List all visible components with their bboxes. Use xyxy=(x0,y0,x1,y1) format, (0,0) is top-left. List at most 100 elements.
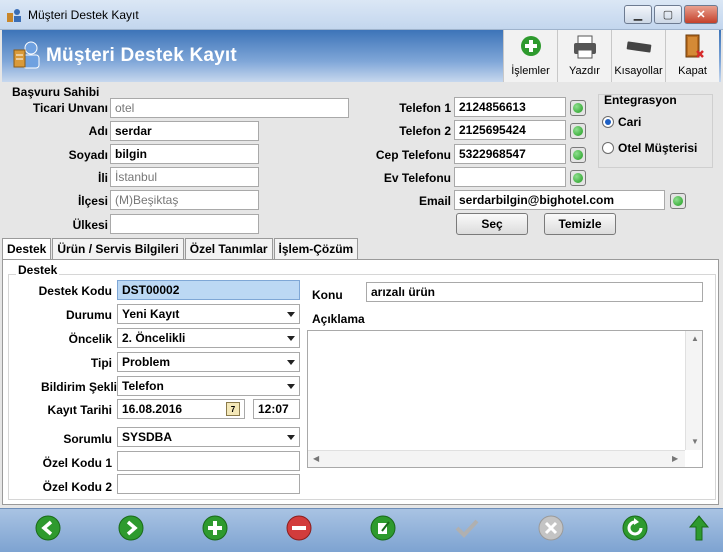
adi-label: Adı xyxy=(88,124,108,138)
scroll-right-icon[interactable]: ▶ xyxy=(672,454,678,463)
ev-telefonu-action-button[interactable] xyxy=(570,170,586,186)
destek-kodu-label: Destek Kodu xyxy=(38,284,112,298)
ulkesi-label: Ülkesi xyxy=(72,218,108,232)
ev-telefonu-label: Ev Telefonu xyxy=(383,171,451,185)
maximize-button[interactable]: ▢ xyxy=(654,5,682,24)
go-icon xyxy=(673,196,683,206)
tab-destek[interactable]: Destek xyxy=(2,238,52,261)
sec-button[interactable]: Seç xyxy=(456,213,528,235)
calendar-icon[interactable]: 7 xyxy=(226,402,240,416)
arrow-left-icon xyxy=(35,515,61,541)
go-icon xyxy=(573,126,583,136)
vertical-scrollbar[interactable]: ▲ ▼ xyxy=(685,331,702,450)
oncelik-value: 2. Öncelikli xyxy=(122,331,186,345)
next-record-button[interactable] xyxy=(118,515,144,541)
islemler-button[interactable]: İşlemler xyxy=(503,30,557,82)
ili-label: İli xyxy=(97,171,108,185)
window-titlebar: Müşteri Destek Kayıt ▁ ▢ ✕ xyxy=(0,0,723,30)
email-field[interactable]: serdarbilgin@bighotel.com xyxy=(454,190,665,210)
adi-field[interactable]: serdar xyxy=(110,121,259,141)
minimize-icon: ▁ xyxy=(633,9,643,21)
durumu-label: Durumu xyxy=(66,308,112,322)
telefon1-field[interactable]: 2124856613 xyxy=(454,97,566,117)
support-form-icon xyxy=(13,41,40,69)
soyadi-label: Soyadı xyxy=(68,148,108,162)
tab-urun-servis-bilgileri[interactable]: Ürün / Servis Bilgileri xyxy=(52,238,184,260)
edit-record-button[interactable] xyxy=(370,515,396,541)
aciklama-label: Açıklama xyxy=(312,312,365,326)
ticari-unvani-field[interactable]: otel xyxy=(110,98,349,118)
cep-telefonu-action-button[interactable] xyxy=(570,147,586,163)
arrow-up-icon xyxy=(688,515,710,541)
yazdir-label: Yazdır xyxy=(569,65,600,77)
form-title: Müşteri Destek Kayıt xyxy=(46,45,237,66)
new-record-button[interactable] xyxy=(202,515,228,541)
konu-field[interactable]: arızalı ürün xyxy=(366,282,703,302)
soyadi-field[interactable]: bilgin xyxy=(110,144,259,164)
ilcesi-field[interactable]: (M)Beşiktaş xyxy=(110,190,259,210)
kisayollar-label: Kısayollar xyxy=(614,65,663,77)
kapat-button[interactable]: Kapat xyxy=(665,30,719,82)
close-button[interactable]: ✕ xyxy=(684,5,718,24)
kayit-tarihi-time-field[interactable]: 12:07 xyxy=(253,399,300,419)
horizontal-scrollbar[interactable]: ◀ ▶ xyxy=(308,450,685,467)
footer-bar xyxy=(0,508,723,552)
go-icon xyxy=(573,150,583,160)
ili-field[interactable]: İstanbul xyxy=(110,167,259,187)
minimize-button[interactable]: ▁ xyxy=(624,5,652,24)
refresh-button[interactable] xyxy=(622,515,648,541)
scroll-down-icon[interactable]: ▼ xyxy=(691,437,699,446)
bildirim-sekli-dropdown[interactable]: Telefon xyxy=(117,376,300,396)
ozel-kodu-2-label: Özel Kodu 2 xyxy=(42,480,112,494)
sorumlu-dropdown[interactable]: SYSDBA xyxy=(117,427,300,447)
ev-telefonu-field[interactable] xyxy=(454,167,566,187)
plus-icon xyxy=(520,36,541,56)
tipi-value: Problem xyxy=(122,355,171,369)
app-icon xyxy=(7,9,21,22)
ilcesi-label: İlçesi xyxy=(77,194,108,208)
delete-record-button[interactable] xyxy=(286,515,312,541)
cari-radio[interactable] xyxy=(602,116,614,128)
sorumlu-value: SYSDBA xyxy=(122,430,173,444)
first-record-button[interactable] xyxy=(35,515,61,541)
email-action-button[interactable] xyxy=(670,193,686,209)
kisayollar-button[interactable]: Kısayollar xyxy=(611,30,665,82)
ozel-kodu-1-field[interactable] xyxy=(117,451,300,471)
printer-icon xyxy=(573,35,596,59)
tab-islem-cozum[interactable]: İşlem-Çözüm xyxy=(273,238,359,260)
chevron-down-icon xyxy=(287,384,295,389)
refresh-icon xyxy=(622,515,648,541)
islemler-label: İşlemler xyxy=(511,65,550,77)
keyboard-icon xyxy=(626,41,651,53)
aciklama-textarea[interactable]: ▲ ▼ ◀ ▶ xyxy=(307,330,703,468)
tipi-dropdown[interactable]: Problem xyxy=(117,352,300,372)
telefon1-action-button[interactable] xyxy=(570,100,586,116)
cep-telefonu-field[interactable]: 5322968547 xyxy=(454,144,566,164)
tab-ozel-tanimlar[interactable]: Özel Tanımlar xyxy=(184,238,273,260)
destek-kodu-field[interactable]: DST00002 xyxy=(117,280,300,300)
otel-musterisi-radio[interactable] xyxy=(602,142,614,154)
chevron-down-icon xyxy=(287,360,295,365)
temizle-button[interactable]: Temizle xyxy=(544,213,616,235)
chevron-down-icon xyxy=(287,312,295,317)
exit-door-icon xyxy=(685,34,704,58)
durumu-dropdown[interactable]: Yeni Kayıt xyxy=(117,304,300,324)
telefon2-field[interactable]: 2125695424 xyxy=(454,120,566,140)
chevron-down-icon xyxy=(287,336,295,341)
cari-radio-label: Cari xyxy=(618,115,642,129)
bildirim-sekli-label: Bildirim Şekli xyxy=(40,380,117,394)
yazdir-button[interactable]: Yazdır xyxy=(557,30,611,82)
checkmark-icon xyxy=(455,519,479,538)
destek-group-label: Destek xyxy=(16,263,60,277)
cancel-record-button[interactable] xyxy=(538,515,564,541)
telefon2-action-button[interactable] xyxy=(570,123,586,139)
cancel-icon xyxy=(538,515,564,541)
oncelik-dropdown[interactable]: 2. Öncelikli xyxy=(117,328,300,348)
top-button[interactable] xyxy=(686,515,712,541)
ulkesi-field[interactable] xyxy=(110,214,259,234)
sorumlu-label: Sorumlu xyxy=(63,432,112,446)
save-record-button[interactable] xyxy=(454,515,480,541)
scroll-left-icon[interactable]: ◀ xyxy=(313,454,319,463)
ozel-kodu-2-field[interactable] xyxy=(117,474,300,494)
scroll-up-icon[interactable]: ▲ xyxy=(691,334,699,343)
